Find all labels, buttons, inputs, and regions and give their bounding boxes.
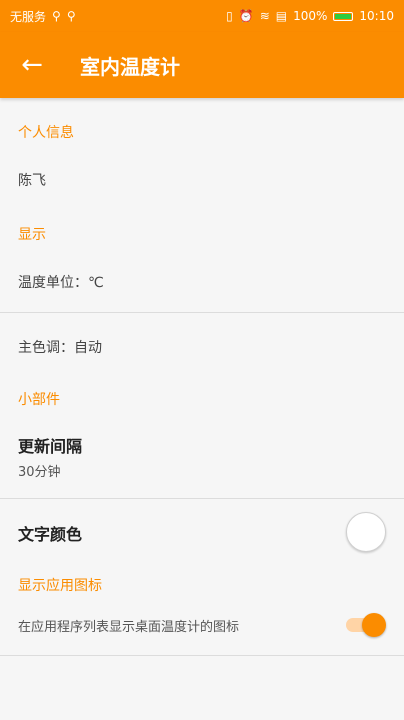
user-name: 陈飞 — [18, 173, 46, 189]
theme-color-label: 主色调：自动 — [18, 340, 102, 356]
section-header-widget: 小部件 — [18, 392, 60, 408]
divider — [0, 655, 404, 656]
page-title: 室内温度计 — [80, 54, 180, 79]
show-app-icon-description: 在应用程序列表显示桌面温度计的图标 — [18, 619, 240, 635]
theme-color-item[interactable]: 主色调：自动 — [0, 313, 404, 379]
app-bar: ← 室内温度计 — [0, 32, 404, 98]
vibrate-icon: ▯ — [226, 9, 233, 23]
usb-icon: ⚲ — [52, 9, 61, 23]
battery-percent: 100% — [293, 9, 328, 23]
battery-icon — [333, 11, 354, 21]
temp-unit-item[interactable]: 温度单位：℃ — [0, 244, 404, 312]
status-bar: 无服务 ⚲ ⚲ ▯ ⏰ ≋ ▤ 100% 10:10 — [0, 0, 404, 32]
show-app-icon-item[interactable]: 在应用程序列表显示桌面温度计的图标 — [0, 595, 404, 655]
section-header-app-icon: 显示应用图标 — [18, 578, 102, 594]
color-swatch[interactable] — [346, 512, 386, 552]
carrier-label: 无服务 — [10, 9, 47, 24]
temp-unit-label: 温度单位：℃ — [18, 275, 104, 291]
text-color-item[interactable]: 文字颜色 — [0, 499, 404, 567]
sim-icon: ▤ — [275, 9, 288, 23]
settings-list: 个人信息 陈飞 显示 温度单位：℃ 主色调：自动 小部件 更新间隔 30分钟 文… — [0, 98, 404, 656]
update-interval-title: 更新间隔 — [18, 437, 83, 456]
usb-icon: ⚲ — [66, 9, 76, 23]
update-interval-value: 30分钟 — [18, 465, 61, 480]
text-color-title: 文字颜色 — [18, 525, 83, 544]
section-header-personal: 个人信息 — [18, 125, 74, 141]
show-app-icon-toggle[interactable] — [346, 613, 386, 637]
user-name-item[interactable]: 陈飞 — [0, 142, 404, 214]
clock: 10:10 — [359, 9, 394, 23]
arrow-left-icon[interactable]: ← — [12, 45, 52, 85]
alarm-icon: ⏰ — [238, 9, 254, 23]
update-interval-item[interactable]: 更新间隔 30分钟 — [0, 409, 404, 498]
section-header-display: 显示 — [18, 227, 46, 243]
wifi-icon: ≋ — [259, 9, 270, 23]
